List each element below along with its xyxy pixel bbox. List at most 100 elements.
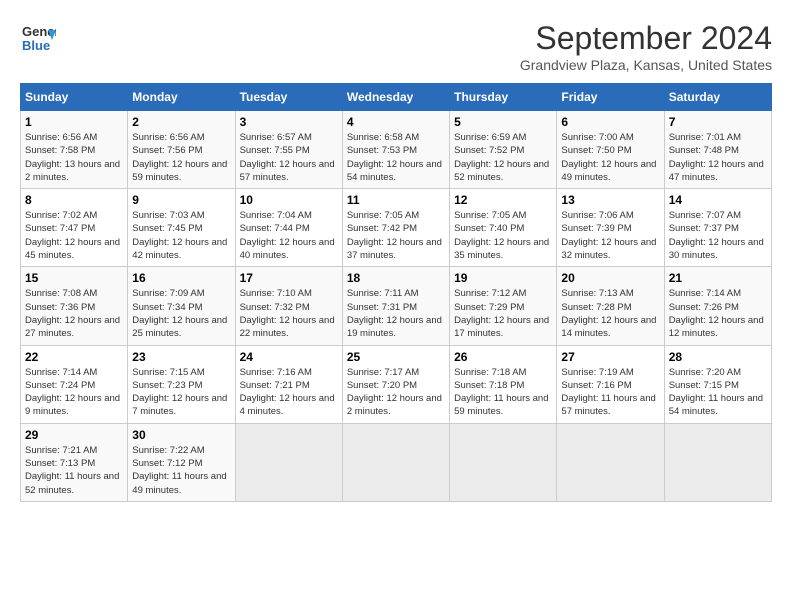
location-title: Grandview Plaza, Kansas, United States: [520, 57, 772, 73]
calendar-week-row: 15 Sunrise: 7:08 AMSunset: 7:36 PMDayligh…: [21, 267, 772, 345]
day-number: 1: [25, 115, 123, 129]
calendar-day-cell: 6 Sunrise: 7:00 AMSunset: 7:50 PMDaylight…: [557, 111, 664, 189]
day-header-sunday: Sunday: [21, 84, 128, 111]
day-header-thursday: Thursday: [450, 84, 557, 111]
day-info: Sunrise: 7:20 AMSunset: 7:15 PMDaylight:…: [669, 366, 767, 419]
day-number: 29: [25, 428, 123, 442]
day-info: Sunrise: 7:15 AMSunset: 7:23 PMDaylight:…: [132, 366, 230, 419]
day-number: 4: [347, 115, 445, 129]
calendar-day-cell: 7 Sunrise: 7:01 AMSunset: 7:48 PMDaylight…: [664, 111, 771, 189]
day-number: 24: [240, 350, 338, 364]
day-number: 6: [561, 115, 659, 129]
calendar-day-cell: 4 Sunrise: 6:58 AMSunset: 7:53 PMDaylight…: [342, 111, 449, 189]
day-info: Sunrise: 7:07 AMSunset: 7:37 PMDaylight:…: [669, 209, 767, 262]
calendar-day-cell: 28 Sunrise: 7:20 AMSunset: 7:15 PMDayligh…: [664, 345, 771, 423]
calendar-week-row: 29 Sunrise: 7:21 AMSunset: 7:13 PMDayligh…: [21, 423, 772, 501]
calendar-day-cell: 16 Sunrise: 7:09 AMSunset: 7:34 PMDayligh…: [128, 267, 235, 345]
day-info: Sunrise: 7:19 AMSunset: 7:16 PMDaylight:…: [561, 366, 659, 419]
day-info: Sunrise: 7:11 AMSunset: 7:31 PMDaylight:…: [347, 287, 445, 340]
day-info: Sunrise: 7:02 AMSunset: 7:47 PMDaylight:…: [25, 209, 123, 262]
calendar-day-cell: 18Sunrise: 7:11 AMSunset: 7:31 PMDayligh…: [342, 267, 449, 345]
calendar-day-cell: 8 Sunrise: 7:02 AMSunset: 7:47 PMDaylight…: [21, 189, 128, 267]
day-info: Sunrise: 7:01 AMSunset: 7:48 PMDaylight:…: [669, 131, 767, 184]
day-info: Sunrise: 7:14 AMSunset: 7:26 PMDaylight:…: [669, 287, 767, 340]
logo-icon: General Blue: [20, 20, 56, 56]
day-header-friday: Friday: [557, 84, 664, 111]
calendar-day-cell: 15 Sunrise: 7:08 AMSunset: 7:36 PMDayligh…: [21, 267, 128, 345]
calendar-day-cell: [235, 423, 342, 501]
day-header-wednesday: Wednesday: [342, 84, 449, 111]
day-info: Sunrise: 7:22 AMSunset: 7:12 PMDaylight:…: [132, 444, 230, 497]
day-number: 26: [454, 350, 552, 364]
calendar-week-row: 22 Sunrise: 7:14 AMSunset: 7:24 PMDayligh…: [21, 345, 772, 423]
day-info: Sunrise: 7:09 AMSunset: 7:34 PMDaylight:…: [132, 287, 230, 340]
header: General Blue September 2024 Grandview Pl…: [20, 20, 772, 73]
day-number: 5: [454, 115, 552, 129]
day-info: Sunrise: 7:21 AMSunset: 7:13 PMDaylight:…: [25, 444, 123, 497]
day-number: 17: [240, 271, 338, 285]
day-number: 11: [347, 193, 445, 207]
day-info: Sunrise: 7:00 AMSunset: 7:50 PMDaylight:…: [561, 131, 659, 184]
calendar-day-cell: 30 Sunrise: 7:22 AMSunset: 7:12 PMDayligh…: [128, 423, 235, 501]
calendar-week-row: 8 Sunrise: 7:02 AMSunset: 7:47 PMDaylight…: [21, 189, 772, 267]
day-number: 13: [561, 193, 659, 207]
day-number: 20: [561, 271, 659, 285]
day-number: 27: [561, 350, 659, 364]
day-number: 30: [132, 428, 230, 442]
day-info: Sunrise: 6:58 AMSunset: 7:53 PMDaylight:…: [347, 131, 445, 184]
day-number: 8: [25, 193, 123, 207]
day-number: 14: [669, 193, 767, 207]
day-number: 3: [240, 115, 338, 129]
day-info: Sunrise: 7:08 AMSunset: 7:36 PMDaylight:…: [25, 287, 123, 340]
day-info: Sunrise: 7:14 AMSunset: 7:24 PMDaylight:…: [25, 366, 123, 419]
day-info: Sunrise: 7:05 AMSunset: 7:42 PMDaylight:…: [347, 209, 445, 262]
day-header-tuesday: Tuesday: [235, 84, 342, 111]
day-number: 7: [669, 115, 767, 129]
day-number: 28: [669, 350, 767, 364]
day-number: 12: [454, 193, 552, 207]
calendar-day-cell: 17Sunrise: 7:10 AMSunset: 7:32 PMDayligh…: [235, 267, 342, 345]
day-number: 16: [132, 271, 230, 285]
calendar-day-cell: [664, 423, 771, 501]
day-number: 22: [25, 350, 123, 364]
calendar-day-cell: 19 Sunrise: 7:12 AMSunset: 7:29 PMDayligh…: [450, 267, 557, 345]
calendar-week-row: 1Sunrise: 6:56 AMSunset: 7:58 PMDaylight…: [21, 111, 772, 189]
calendar-day-cell: 3 Sunrise: 6:57 AMSunset: 7:55 PMDaylight…: [235, 111, 342, 189]
day-number: 23: [132, 350, 230, 364]
day-info: Sunrise: 7:06 AMSunset: 7:39 PMDaylight:…: [561, 209, 659, 262]
calendar-day-cell: 14 Sunrise: 7:07 AMSunset: 7:37 PMDayligh…: [664, 189, 771, 267]
day-info: Sunrise: 7:12 AMSunset: 7:29 PMDaylight:…: [454, 287, 552, 340]
calendar-day-cell: 27 Sunrise: 7:19 AMSunset: 7:16 PMDayligh…: [557, 345, 664, 423]
calendar-day-cell: [342, 423, 449, 501]
calendar-day-cell: 9Sunrise: 7:03 AMSunset: 7:45 PMDaylight…: [128, 189, 235, 267]
day-info: Sunrise: 6:57 AMSunset: 7:55 PMDaylight:…: [240, 131, 338, 184]
title-area: September 2024 Grandview Plaza, Kansas, …: [520, 20, 772, 73]
calendar-day-cell: 5Sunrise: 6:59 AMSunset: 7:52 PMDaylight…: [450, 111, 557, 189]
calendar-day-cell: 26 Sunrise: 7:18 AMSunset: 7:18 PMDayligh…: [450, 345, 557, 423]
month-title: September 2024: [520, 20, 772, 57]
svg-text:Blue: Blue: [22, 38, 50, 53]
calendar-day-cell: 10Sunrise: 7:04 AMSunset: 7:44 PMDayligh…: [235, 189, 342, 267]
day-number: 25: [347, 350, 445, 364]
calendar-day-cell: 13 Sunrise: 7:06 AMSunset: 7:39 PMDayligh…: [557, 189, 664, 267]
calendar-day-cell: 21 Sunrise: 7:14 AMSunset: 7:26 PMDayligh…: [664, 267, 771, 345]
day-number: 21: [669, 271, 767, 285]
day-info: Sunrise: 6:56 AMSunset: 7:56 PMDaylight:…: [132, 131, 230, 184]
calendar-header-row: SundayMondayTuesdayWednesdayThursdayFrid…: [21, 84, 772, 111]
calendar-day-cell: [450, 423, 557, 501]
calendar-day-cell: 29 Sunrise: 7:21 AMSunset: 7:13 PMDayligh…: [21, 423, 128, 501]
day-info: Sunrise: 7:18 AMSunset: 7:18 PMDaylight:…: [454, 366, 552, 419]
day-number: 15: [25, 271, 123, 285]
day-number: 10: [240, 193, 338, 207]
calendar-body: 1Sunrise: 6:56 AMSunset: 7:58 PMDaylight…: [21, 111, 772, 502]
day-number: 19: [454, 271, 552, 285]
calendar-table: SundayMondayTuesdayWednesdayThursdayFrid…: [20, 83, 772, 502]
day-header-monday: Monday: [128, 84, 235, 111]
calendar-day-cell: 11 Sunrise: 7:05 AMSunset: 7:42 PMDayligh…: [342, 189, 449, 267]
day-header-saturday: Saturday: [664, 84, 771, 111]
calendar-day-cell: 22 Sunrise: 7:14 AMSunset: 7:24 PMDayligh…: [21, 345, 128, 423]
logo: General Blue: [20, 20, 56, 56]
day-info: Sunrise: 7:05 AMSunset: 7:40 PMDaylight:…: [454, 209, 552, 262]
day-info: Sunrise: 7:17 AMSunset: 7:20 PMDaylight:…: [347, 366, 445, 419]
calendar-day-cell: 20Sunrise: 7:13 AMSunset: 7:28 PMDayligh…: [557, 267, 664, 345]
